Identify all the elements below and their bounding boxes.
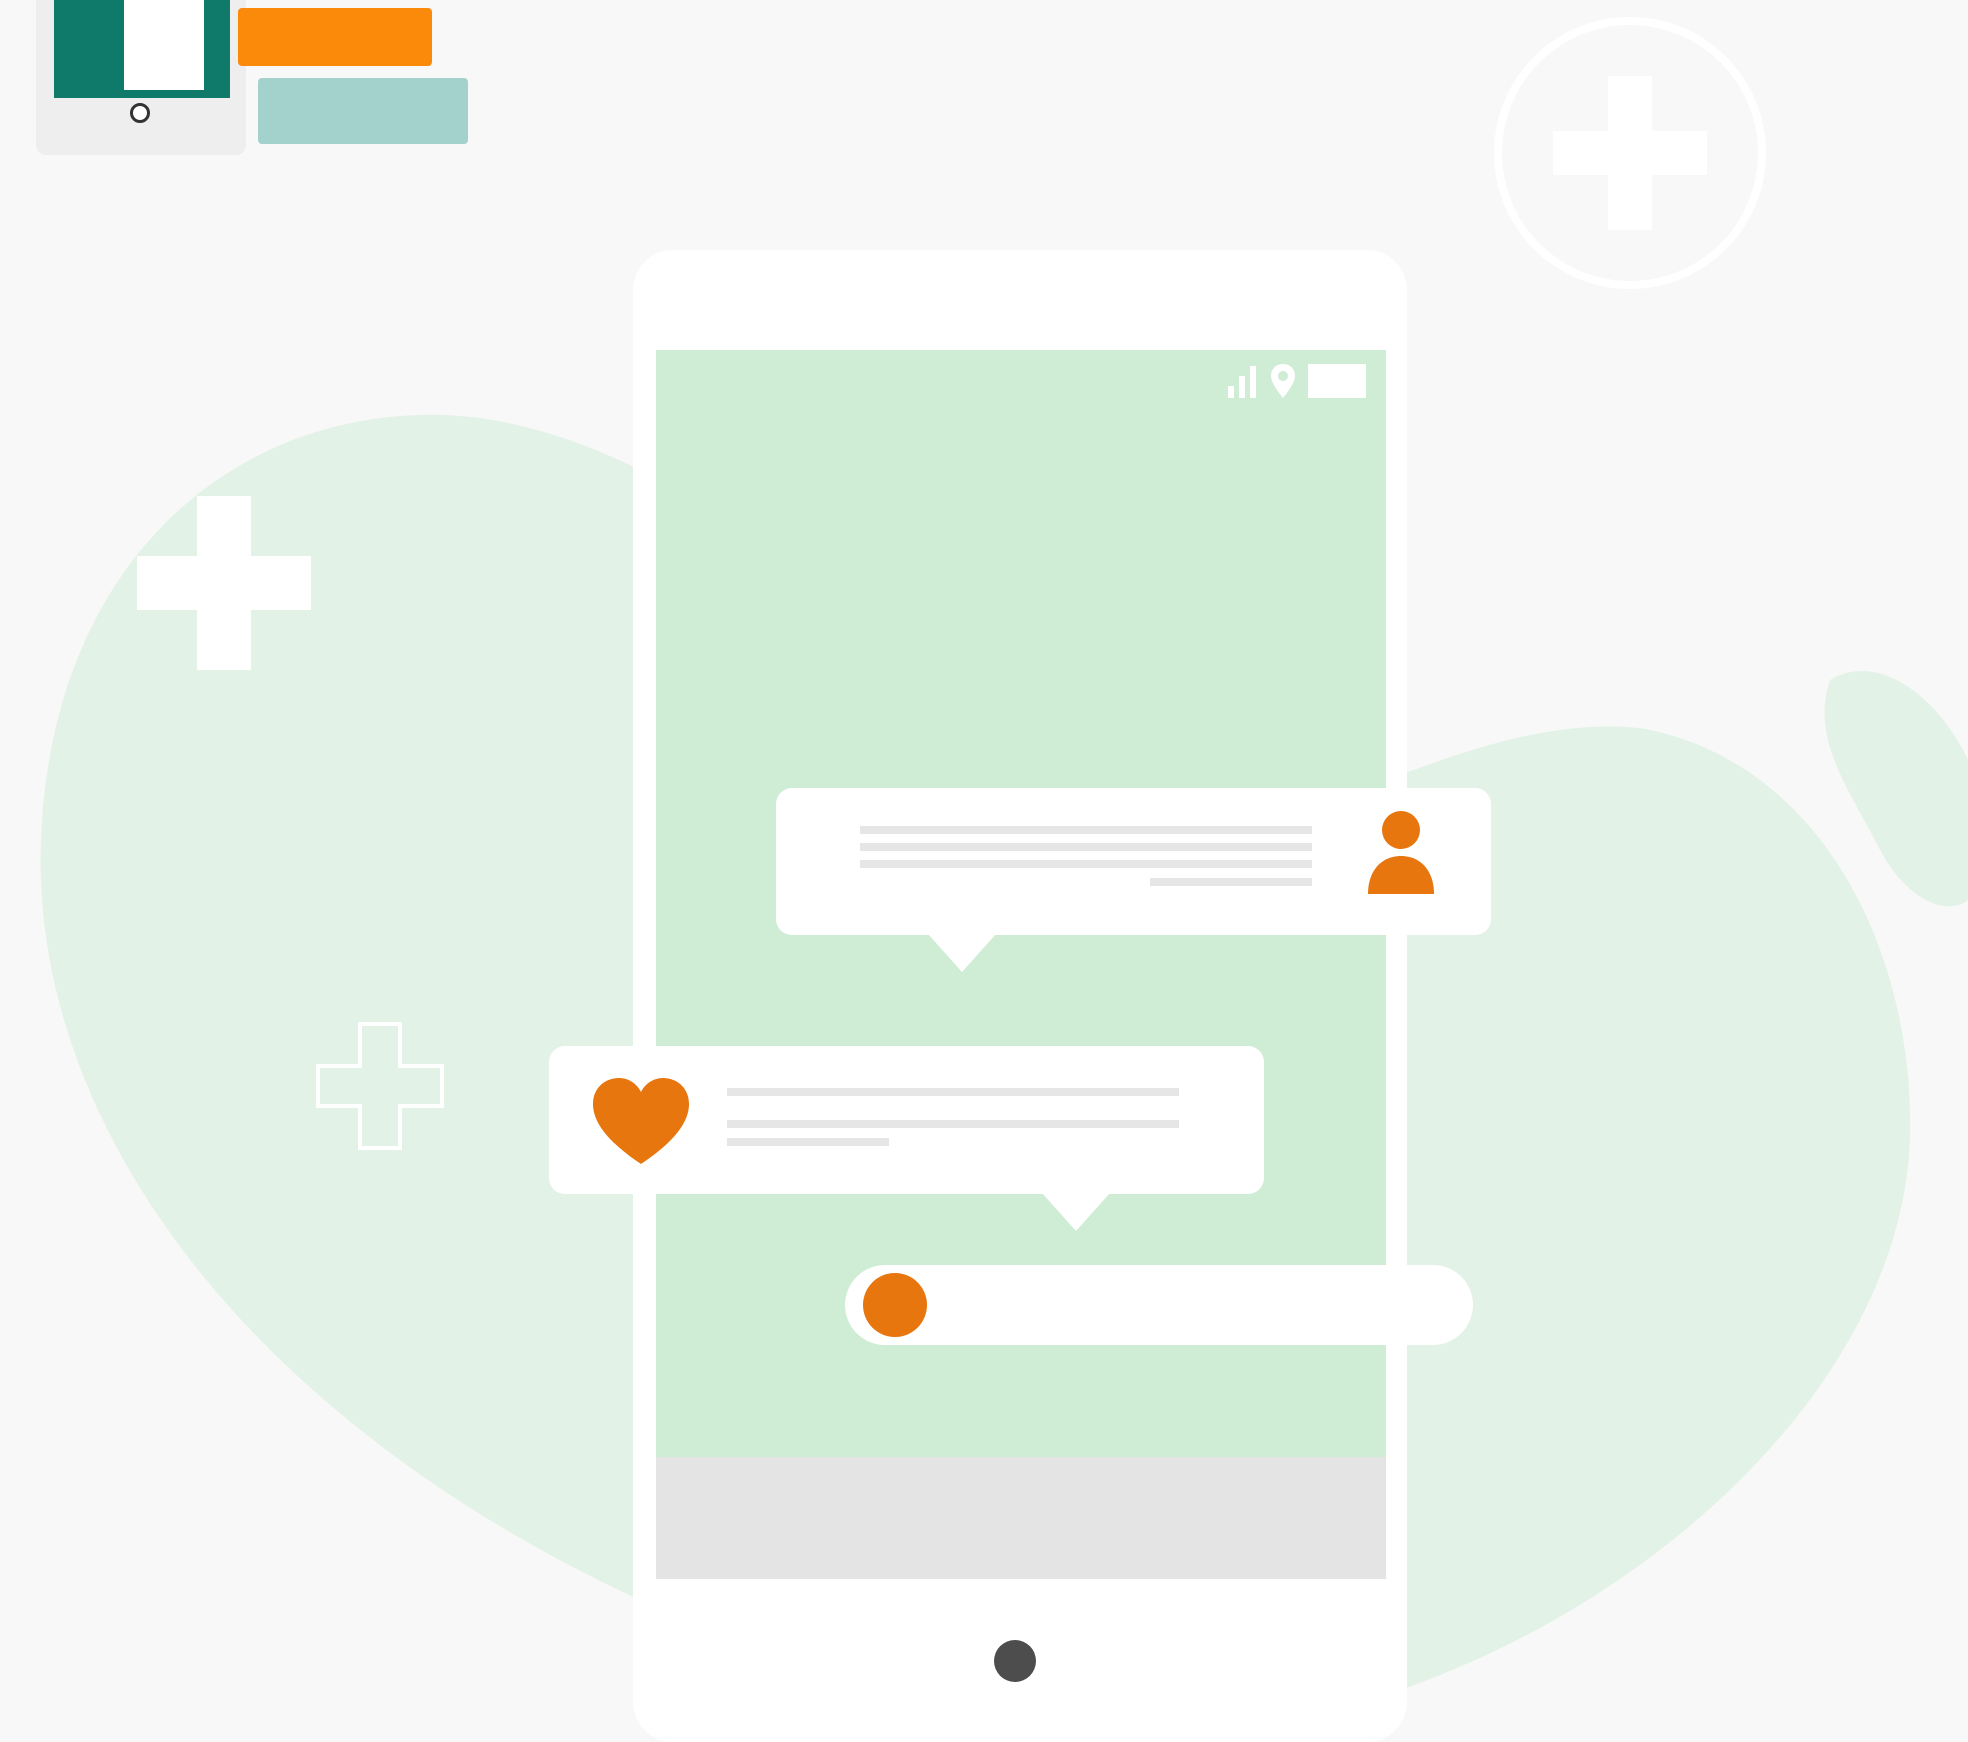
phone-status-bar: [1226, 364, 1366, 398]
teal-block: [258, 78, 468, 144]
document-icon: [124, 0, 204, 90]
phone-frame: [633, 250, 1407, 1742]
tablet-screen: [54, 0, 230, 98]
right-leaf-blob: [1824, 671, 1968, 907]
chat-bubble-heart-tail: [1042, 1193, 1110, 1231]
left-blob: [40, 414, 641, 1601]
circle-cross-icon: [1494, 17, 1766, 289]
message-text-line: [860, 843, 1312, 851]
message-text-line: [1150, 878, 1312, 886]
phone-bottom-bar: [656, 1457, 1386, 1579]
user-icon: [1368, 811, 1434, 894]
chat-bubble-user: [776, 788, 1491, 935]
tablet-home-button: [130, 103, 150, 123]
message-text-line: [727, 1120, 1179, 1128]
message-text-line: [860, 860, 1312, 868]
message-text-line: [727, 1138, 889, 1146]
message-text-line: [860, 826, 1312, 834]
status-dot-icon: [863, 1273, 927, 1337]
tablet-body: [36, 0, 246, 155]
message-text-line: [727, 1088, 1179, 1096]
heart-icon: [593, 1078, 689, 1164]
chat-bubble-user-tail: [928, 934, 996, 972]
message-input[interactable]: [845, 1265, 1473, 1345]
location-pin-icon: [1271, 364, 1295, 398]
signal-icon: [1228, 366, 1256, 398]
phone-home-button[interactable]: [994, 1640, 1036, 1682]
battery-icon: [1308, 364, 1366, 398]
chat-bubble-heart: [549, 1046, 1264, 1194]
orange-block: [238, 8, 432, 66]
